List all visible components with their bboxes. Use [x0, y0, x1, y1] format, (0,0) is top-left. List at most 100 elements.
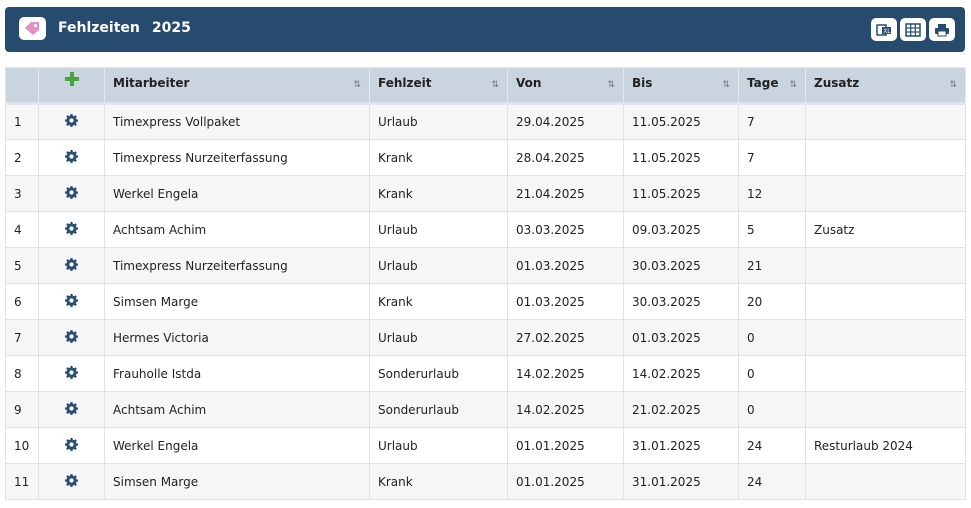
cell-fehlzeit: Sonderurlaub — [369, 355, 508, 392]
cell-mitarbeiter: Timexpress Nurzeiterfassung — [104, 247, 370, 284]
cell-von: 01.01.2025 — [507, 463, 624, 500]
tag-icon — [19, 17, 46, 40]
cell-bis: 14.02.2025 — [623, 355, 739, 392]
cell-tage: 21 — [738, 247, 806, 284]
cell-von: 27.02.2025 — [507, 319, 624, 356]
column-label: Bis — [632, 76, 653, 90]
excel-icon: XL — [876, 23, 891, 36]
edit-gear-button[interactable] — [38, 319, 105, 356]
column-header-mitarbeiter[interactable]: Mitarbeiter ⇅ — [104, 67, 370, 105]
cell-zusatz: Zusatz — [805, 211, 966, 248]
table-row[interactable]: 11 Simsen Marge Krank 01.01.2025 31.01.2025 2… — [5, 463, 966, 500]
cell-tage: 0 — [738, 391, 806, 428]
column-header-tage[interactable]: Tage ⇅ — [738, 67, 806, 105]
table-header-row: Mitarbeiter ⇅ Fehlzeit ⇅ Von ⇅ Bis ⇅ Tage ⇅ Z… — [5, 67, 966, 105]
cell-bis: 31.01.2025 — [623, 427, 739, 464]
edit-gear-button[interactable] — [38, 463, 105, 500]
title-year: 2025 — [151, 20, 191, 36]
sort-icon: ⇅ — [789, 80, 797, 90]
cell-von: 01.01.2025 — [507, 427, 624, 464]
edit-gear-button[interactable] — [38, 391, 105, 428]
print-button[interactable] — [929, 18, 955, 41]
table-row[interactable]: 1 Timexpress Vollpaket Urlaub 29.04.2025 11.… — [5, 103, 966, 140]
cell-tage: 7 — [738, 103, 806, 140]
gear-icon — [65, 257, 79, 271]
cell-tage: 24 — [738, 427, 806, 464]
table-row[interactable]: 7 Hermes Victoria Urlaub 27.02.2025 01.03.20… — [5, 319, 966, 356]
table-row[interactable]: 6 Simsen Marge Krank 01.03.2025 30.03.2025 20 — [5, 283, 966, 320]
edit-gear-button[interactable] — [38, 211, 105, 248]
cell-mitarbeiter: Timexpress Nurzeiterfassung — [104, 139, 370, 176]
cell-zusatz — [805, 355, 966, 392]
gear-icon — [65, 114, 79, 128]
row-number: 11 — [5, 463, 39, 500]
table-row[interactable]: 2 Timexpress Nurzeiterfassung Krank 28.04.2… — [5, 139, 966, 176]
cell-zusatz — [805, 247, 966, 284]
edit-gear-button[interactable] — [38, 139, 105, 176]
column-label: Von — [516, 76, 542, 90]
gear-icon — [65, 473, 79, 487]
row-number: 1 — [5, 103, 39, 140]
cell-bis: 09.03.2025 — [623, 211, 739, 248]
cell-bis: 30.03.2025 — [623, 283, 739, 320]
sort-icon: ⇅ — [607, 80, 615, 90]
row-number: 7 — [5, 319, 39, 356]
cell-mitarbeiter: Werkel Engela — [104, 175, 370, 212]
cell-bis: 30.03.2025 — [623, 247, 739, 284]
gear-icon — [65, 221, 79, 235]
sort-icon: ⇅ — [949, 80, 957, 90]
cell-tage: 5 — [738, 211, 806, 248]
cell-bis: 11.05.2025 — [623, 175, 739, 212]
column-label: Mitarbeiter — [113, 76, 190, 90]
row-number: 3 — [5, 175, 39, 212]
edit-gear-button[interactable] — [38, 283, 105, 320]
cell-zusatz — [805, 391, 966, 428]
table-row[interactable]: 3 Werkel Engela Krank 21.04.2025 11.05.2025 1… — [5, 175, 966, 212]
column-header-von[interactable]: Von ⇅ — [507, 67, 624, 105]
table-row[interactable]: 10 Werkel Engela Urlaub 01.01.2025 31.01.202… — [5, 427, 966, 464]
cell-tage: 20 — [738, 283, 806, 320]
column-header-bis[interactable]: Bis ⇅ — [623, 67, 739, 105]
cell-von: 14.02.2025 — [507, 391, 624, 428]
title-text: Fehlzeiten — [58, 20, 140, 36]
column-header-fehlzeit[interactable]: Fehlzeit ⇅ — [369, 67, 508, 105]
cell-bis: 11.05.2025 — [623, 103, 739, 140]
cell-von: 28.04.2025 — [507, 139, 624, 176]
svg-text:XL: XL — [883, 28, 891, 35]
row-number: 2 — [5, 139, 39, 176]
table-row[interactable]: 4 Achtsam Achim Urlaub 03.03.2025 09.03.2025… — [5, 211, 966, 248]
cell-mitarbeiter: Werkel Engela — [104, 427, 370, 464]
sort-icon: ⇅ — [722, 80, 730, 90]
cell-fehlzeit: Krank — [369, 283, 508, 320]
edit-gear-button[interactable] — [38, 355, 105, 392]
sort-icon: ⇅ — [353, 80, 361, 90]
excel-export-button[interactable]: XL — [871, 18, 897, 41]
cell-mitarbeiter: Timexpress Vollpaket — [104, 103, 370, 140]
column-label: Tage — [747, 76, 779, 90]
cell-fehlzeit: Urlaub — [369, 211, 508, 248]
gear-icon — [65, 329, 79, 343]
cell-tage: 7 — [738, 139, 806, 176]
table-row[interactable]: 9 Achtsam Achim Sonderurlaub 14.02.2025 21.0… — [5, 391, 966, 428]
cell-tage: 24 — [738, 463, 806, 500]
cell-fehlzeit: Urlaub — [369, 247, 508, 284]
add-button[interactable] — [38, 67, 105, 105]
cell-von: 14.02.2025 — [507, 355, 624, 392]
gear-icon — [65, 401, 79, 415]
column-header-zusatz[interactable]: Zusatz ⇅ — [805, 67, 966, 105]
cell-von: 01.03.2025 — [507, 283, 624, 320]
edit-gear-button[interactable] — [38, 247, 105, 284]
cell-fehlzeit: Krank — [369, 175, 508, 212]
table-view-button[interactable] — [900, 18, 926, 41]
edit-gear-button[interactable] — [38, 427, 105, 464]
row-number: 9 — [5, 391, 39, 428]
table-row[interactable]: 8 Frauholle Istda Sonderurlaub 14.02.2025 14… — [5, 355, 966, 392]
page-header: Fehlzeiten 2025 XL — [5, 7, 965, 52]
table-row[interactable]: 5 Timexpress Nurzeiterfassung Urlaub 01.03.… — [5, 247, 966, 284]
absence-table: Mitarbeiter ⇅ Fehlzeit ⇅ Von ⇅ Bis ⇅ Tage ⇅ Z… — [5, 67, 966, 500]
cell-zusatz — [805, 139, 966, 176]
edit-gear-button[interactable] — [38, 103, 105, 140]
edit-gear-button[interactable] — [38, 175, 105, 212]
gear-icon — [65, 293, 79, 307]
cell-fehlzeit: Krank — [369, 463, 508, 500]
